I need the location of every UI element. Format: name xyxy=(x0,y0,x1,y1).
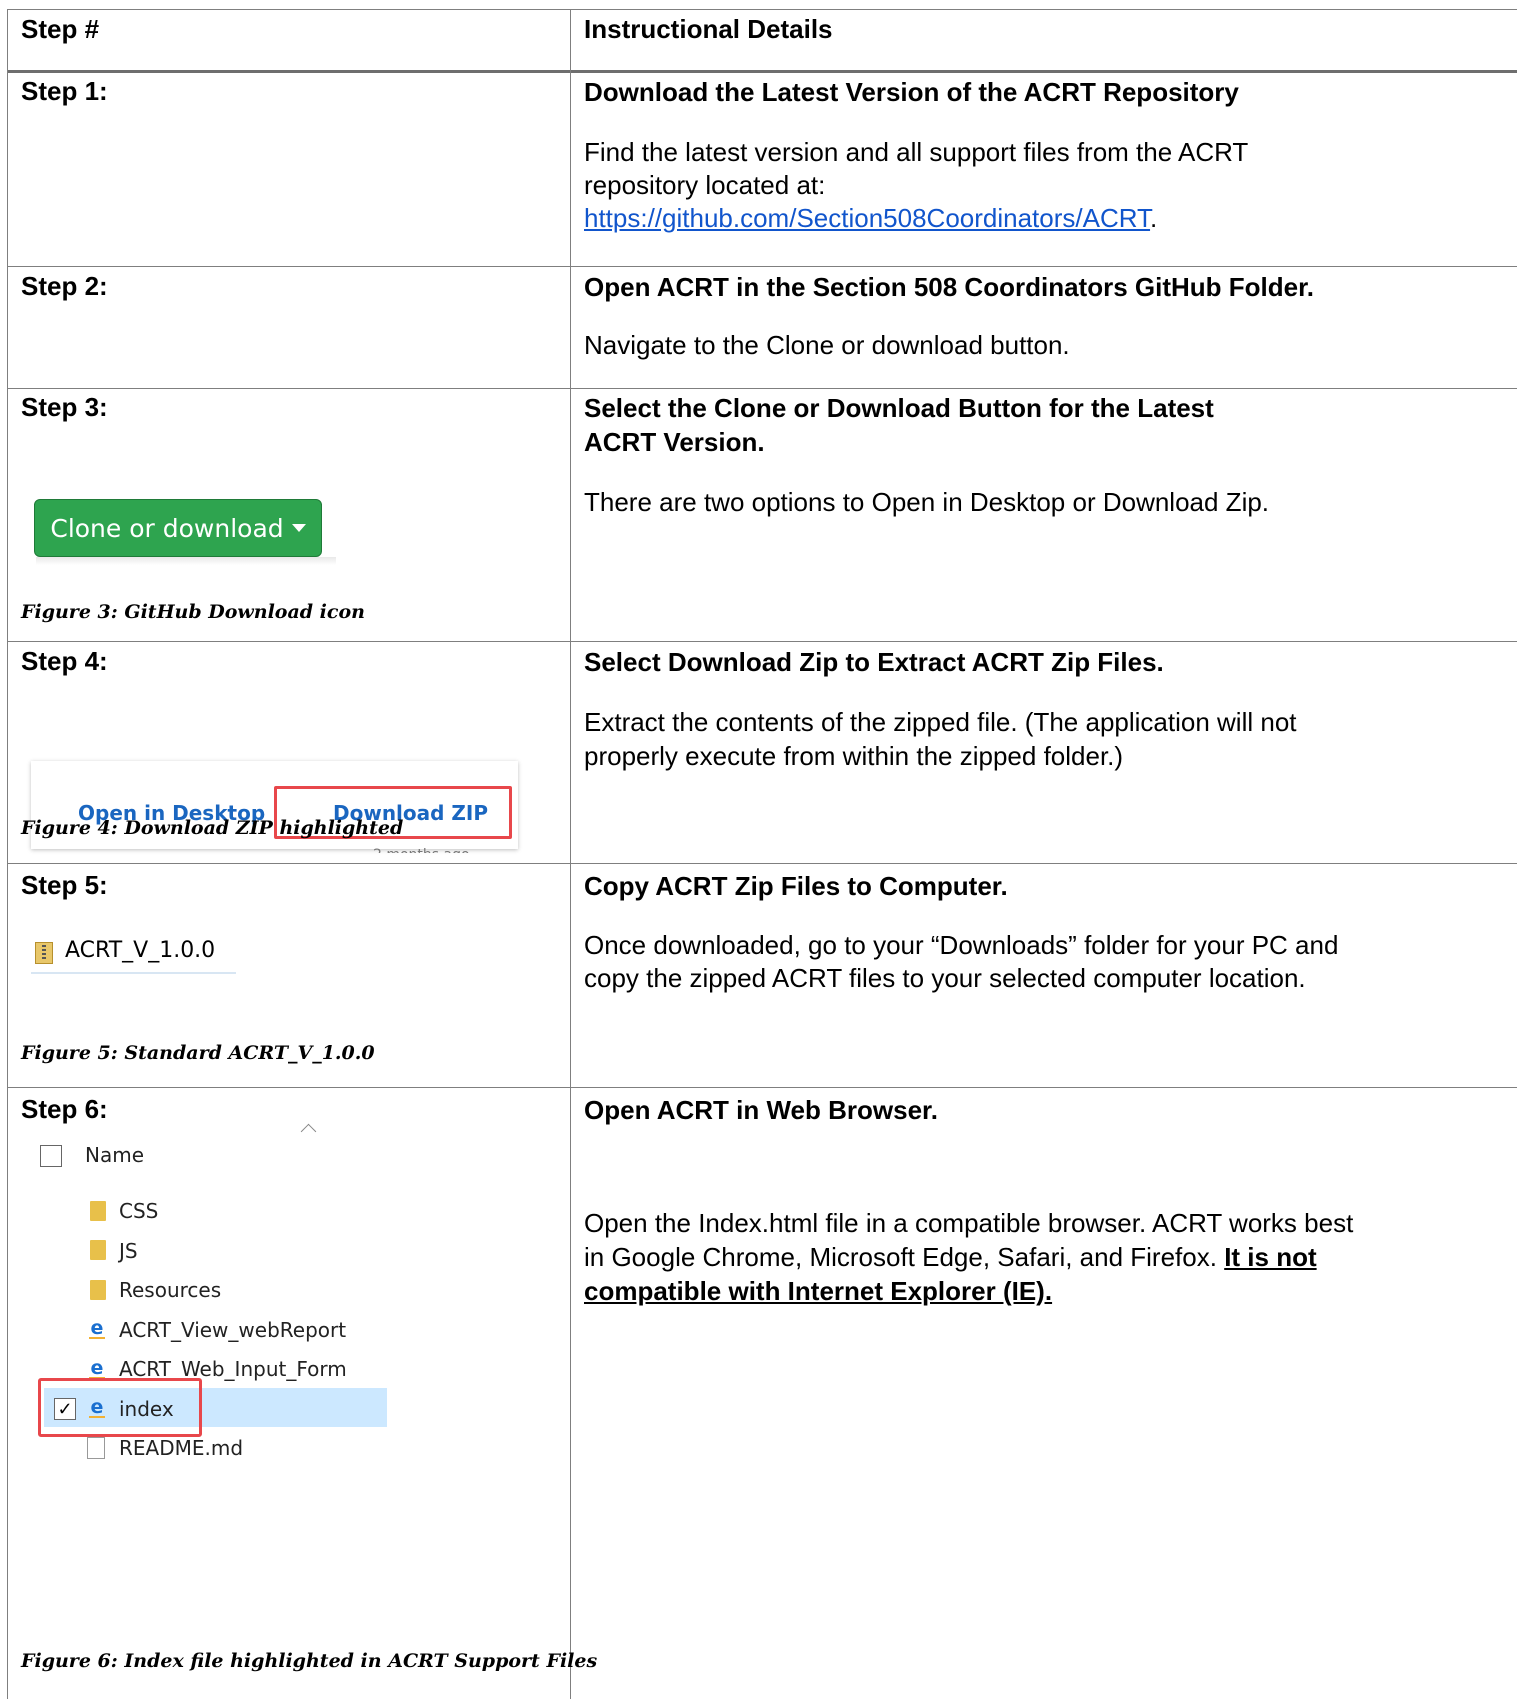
step-5-label: Step 5: xyxy=(21,870,108,900)
step-3-body: There are two options to Open in Desktop… xyxy=(584,487,1270,517)
step-2-body: Navigate to the Clone or download button… xyxy=(584,330,1070,360)
partial-timestamp: 2 months ago xyxy=(373,847,470,853)
step-1-body: Find the latest version and all support … xyxy=(584,137,1248,200)
figure-3-caption: Figure 3: GitHub Download icon xyxy=(21,601,365,623)
html-file-icon: e xyxy=(89,1317,105,1339)
file-item-css[interactable]: CSS xyxy=(119,1199,158,1223)
table-border-left xyxy=(7,9,8,1699)
step-3-label: Step 3: xyxy=(21,392,108,422)
step-3-title-line2: ACRT Version. xyxy=(584,427,765,457)
step-1-title: Download the Latest Version of the ACRT … xyxy=(584,77,1239,107)
figure-6-caption: Figure 6: Index file highlighted in ACRT… xyxy=(21,1650,598,1672)
file-item-js[interactable]: JS xyxy=(119,1239,138,1263)
ie-warning-part2: compatible with Internet Explorer (IE). xyxy=(584,1276,1053,1306)
figure-5-caption: Figure 5: Standard ACRT_V_1.0.0 xyxy=(21,1042,375,1064)
column-divider xyxy=(570,9,571,1699)
file-item-resources[interactable]: Resources xyxy=(119,1278,221,1302)
table-border-top xyxy=(7,9,1517,10)
folder-icon xyxy=(90,1201,106,1221)
folder-icon xyxy=(90,1240,106,1260)
step-2-label: Step 2: xyxy=(21,271,108,301)
ie-warning-part1: It is not xyxy=(1224,1242,1317,1272)
zip-file-name: ACRT_V_1.0.0 xyxy=(65,938,216,963)
row-divider xyxy=(7,266,1517,267)
step-6-body-line2: in Google Chrome, Microsoft Edge, Safari… xyxy=(584,1241,1317,1274)
row-divider xyxy=(7,863,1517,864)
zip-folder-icon xyxy=(35,942,53,964)
row-divider xyxy=(7,1087,1517,1088)
acrt-repository-link[interactable]: https://github.com/Section508Coordinator… xyxy=(584,203,1150,233)
step-3-title-line1: Select the Clone or Download Button for … xyxy=(584,393,1214,423)
step-6-label: Step 6: xyxy=(21,1094,108,1124)
caret-down-icon xyxy=(291,524,306,532)
folder-icon xyxy=(90,1280,106,1300)
step-4-body-line1: Extract the contents of the zipped file.… xyxy=(584,707,1297,737)
step-4-body-line2: properly execute from within the zipped … xyxy=(584,741,1124,771)
clone-or-download-label: Clone or download xyxy=(50,513,284,543)
step-5-body-line1: Once downloaded, go to your “Downloads” … xyxy=(584,930,1339,960)
compatibility-text: in Google Chrome, Microsoft Edge, Safari… xyxy=(584,1242,1217,1272)
step-5-title: Copy ACRT Zip Files to Computer. xyxy=(584,871,1008,901)
select-all-checkbox[interactable] xyxy=(40,1145,62,1167)
html-file-icon: e xyxy=(89,1357,105,1379)
step-5-body-line2: copy the zipped ACRT files to your selec… xyxy=(584,963,1306,993)
header-divider xyxy=(7,70,1517,73)
header-step-number: Step # xyxy=(21,14,100,44)
zip-item-underline xyxy=(31,972,236,974)
step-2-title: Open ACRT in the Section 508 Coordinator… xyxy=(584,272,1314,302)
index-highlight xyxy=(38,1378,202,1437)
markdown-file-icon xyxy=(87,1437,105,1459)
step-1-link-line: https://github.com/Section508Coordinator… xyxy=(584,202,1157,235)
step-6-title: Open ACRT in Web Browser. xyxy=(584,1095,938,1125)
zip-file-item[interactable]: ACRT_V_1.0.0 xyxy=(31,938,233,974)
button-shadow xyxy=(36,557,336,565)
step-1-label: Step 1: xyxy=(21,76,108,106)
link-suffix: . xyxy=(1150,203,1158,233)
name-column-header[interactable]: Name xyxy=(85,1143,144,1167)
header-instructional-details: Instructional Details xyxy=(584,14,833,44)
clone-or-download-button[interactable]: Clone or download xyxy=(34,499,322,557)
row-divider xyxy=(7,388,1517,389)
figure-4-caption: Figure 4: Download ZIP highlighted xyxy=(21,817,404,839)
file-item-readme[interactable]: README.md xyxy=(119,1436,243,1460)
step-4-title: Select Download Zip to Extract ACRT Zip … xyxy=(584,647,1164,677)
step-4-label: Step 4: xyxy=(21,646,108,676)
row-divider xyxy=(7,641,1517,642)
file-item-acrt-view-webreport[interactable]: ACRT_View_webReport xyxy=(119,1318,346,1342)
step-6-body-line1: Open the Index.html file in a compatible… xyxy=(584,1208,1354,1238)
